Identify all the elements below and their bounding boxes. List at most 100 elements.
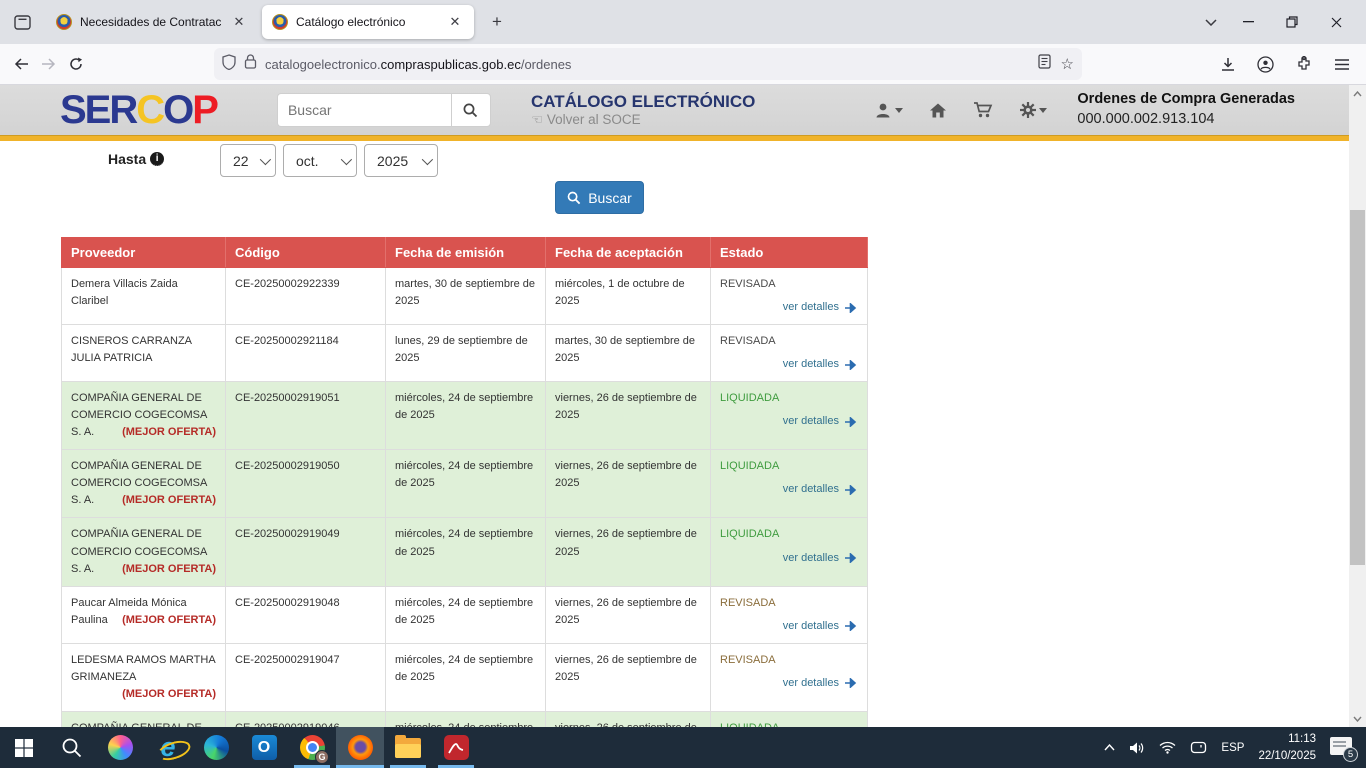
mejor-oferta-tag: (MEJOR OFERTA) <box>122 612 216 629</box>
shield-icon[interactable] <box>222 54 236 75</box>
tray-chevron-icon[interactable] <box>1104 744 1115 751</box>
tab-favicon-ecuador <box>56 14 72 30</box>
orders-generated-number: 000.000.002.913.104 <box>1077 110 1295 130</box>
codigo-cell: CE-20250002919049 <box>226 518 386 586</box>
taskbar-copilot-button[interactable] <box>96 727 144 768</box>
taskbar-acrobat-button[interactable] <box>432 727 480 768</box>
close-icon[interactable]: ✕ <box>230 13 248 31</box>
home-button[interactable] <box>929 102 947 119</box>
ver-detalles-link[interactable]: ver detalles <box>720 675 858 692</box>
back-icon[interactable] <box>8 49 35 79</box>
user-menu[interactable] <box>875 102 903 119</box>
forward-icon[interactable] <box>35 49 62 79</box>
proveedor-name: CISNEROS CARRANZA JULIA PATRICIA <box>71 335 191 364</box>
lock-icon[interactable] <box>244 54 257 74</box>
copilot-icon <box>108 735 133 760</box>
window-close-icon[interactable] <box>1314 5 1358 39</box>
taskbar-search-button[interactable] <box>48 727 96 768</box>
year-select[interactable]: 2025 <box>364 144 438 177</box>
taskbar-chrome-button[interactable]: G <box>288 727 336 768</box>
scroll-down-icon[interactable] <box>1349 710 1366 727</box>
fecha-aceptacion-cell: viernes, 26 de septiembre de 2025 <box>546 450 711 518</box>
restore-icon[interactable] <box>1270 5 1314 39</box>
new-tab-icon[interactable]: + <box>484 9 510 35</box>
start-button[interactable] <box>0 727 48 768</box>
downloads-icon[interactable] <box>1212 49 1244 79</box>
reload-icon[interactable] <box>63 49 90 79</box>
ver-detalles-link[interactable]: ver detalles <box>720 356 858 373</box>
ver-detalles-link[interactable]: ver detalles <box>720 481 858 498</box>
url-bar[interactable]: catalogoelectronico.compraspublicas.gob.… <box>214 48 1082 80</box>
extensions-icon[interactable] <box>1288 49 1320 79</box>
cart-button[interactable] <box>973 101 993 119</box>
mejor-oferta-tag: (MEJOR OFERTA) <box>122 686 216 703</box>
volver-al-soce-link[interactable]: ☜ Volver al SOCE <box>531 112 755 129</box>
ver-detalles-link[interactable]: ver detalles <box>720 550 858 567</box>
page-viewport: SERCOP CATÁLOGO ELECTRÓNICO ☜ Volver al … <box>0 85 1366 727</box>
reader-mode-icon[interactable] <box>1038 54 1051 74</box>
table-row: COMPAÑIA GENERAL DE COMERCIO COGECOMSA S… <box>62 382 868 450</box>
header-search-input[interactable] <box>277 93 451 127</box>
sercop-logo[interactable]: SERCOP <box>60 90 217 130</box>
minimize-icon[interactable] <box>1226 5 1270 39</box>
tab-title: Catálogo electrónico <box>296 15 438 29</box>
scroll-up-icon[interactable] <box>1349 85 1366 102</box>
taskbar-outlook-button[interactable]: O <box>240 727 288 768</box>
taskbar-explorer-button[interactable] <box>384 727 432 768</box>
menu-icon[interactable] <box>1326 49 1358 79</box>
firefox-view-icon[interactable] <box>8 8 36 36</box>
clock-time: 11:13 <box>1258 731 1316 748</box>
proveedor-cell: COMPAÑIA GENERAL DE COMERCIO COGECOMSA S… <box>62 711 226 727</box>
windows-taskbar: e O G ESP 11:13 22/10/2025 5 <box>0 727 1366 768</box>
tab-necesidades[interactable]: Necesidades de Contratación y ✕ <box>46 5 258 39</box>
notification-icon[interactable]: 5 <box>1330 737 1356 759</box>
proveedor-cell: Paucar Almeida Mónica Paulina (MEJOR OFE… <box>62 586 226 643</box>
home-icon <box>929 102 947 119</box>
fecha-emision-cell: martes, 30 de septiembre de 2025 <box>386 268 546 325</box>
device-icon[interactable] <box>1190 741 1207 754</box>
taskbar-clock[interactable]: 11:13 22/10/2025 <box>1258 731 1316 764</box>
mejor-oferta-tag: (MEJOR OFERTA) <box>122 424 216 441</box>
browser-tab-bar: Necesidades de Contratación y ✕ Catálogo… <box>0 0 1366 44</box>
ver-detalles-link[interactable]: ver detalles <box>720 618 858 635</box>
fecha-aceptacion-cell: martes, 30 de septiembre de 2025 <box>546 325 711 382</box>
proveedor-name: Demera Villacis Zaida Claribel <box>71 278 178 307</box>
buscar-button[interactable]: Buscar <box>555 181 644 214</box>
status-badge: REVISADA <box>720 333 858 350</box>
bookmark-star-icon[interactable]: ☆ <box>1061 55 1074 73</box>
tab-catalogo[interactable]: Catálogo electrónico ✕ <box>262 5 474 39</box>
codigo-cell: CE-20250002919048 <box>226 586 386 643</box>
tab-title: Necesidades de Contratación y <box>80 15 222 29</box>
fecha-aceptacion-cell: viernes, 26 de septiembre de 2025 <box>546 711 711 727</box>
scrollbar-thumb[interactable] <box>1350 210 1365 565</box>
info-icon[interactable]: i <box>150 152 164 166</box>
fecha-emision-cell: miércoles, 24 de septiembre de 2025 <box>386 643 546 711</box>
wifi-icon[interactable] <box>1159 741 1176 754</box>
tabs-list-chevron-icon[interactable] <box>1196 9 1226 35</box>
ver-detalles-link[interactable]: ver detalles <box>720 413 858 430</box>
header-search-button[interactable] <box>451 93 491 127</box>
page-scrollbar[interactable] <box>1349 85 1366 727</box>
table-row: CISNEROS CARRANZA JULIA PATRICIA CE-2025… <box>62 325 868 382</box>
estado-cell: LIQUIDADAver detalles <box>711 711 868 727</box>
arrow-right-icon <box>844 417 858 427</box>
taskbar-ie-button[interactable]: e <box>144 727 192 768</box>
taskbar-edge-button[interactable] <box>192 727 240 768</box>
close-icon[interactable]: ✕ <box>446 13 464 31</box>
month-select[interactable]: oct. <box>283 144 357 177</box>
ver-detalles-link[interactable]: ver detalles <box>720 299 858 316</box>
volume-icon[interactable] <box>1129 741 1145 755</box>
language-indicator[interactable]: ESP <box>1221 742 1244 754</box>
estado-cell: REVISADAver detalles <box>711 586 868 643</box>
fecha-aceptacion-cell: viernes, 26 de septiembre de 2025 <box>546 382 711 450</box>
outlook-icon: O <box>252 735 277 760</box>
fecha-aceptacion-cell: viernes, 26 de septiembre de 2025 <box>546 586 711 643</box>
settings-menu[interactable] <box>1019 101 1047 119</box>
account-icon[interactable] <box>1250 49 1282 79</box>
proveedor-cell: COMPAÑIA GENERAL DE COMERCIO COGECOMSA S… <box>62 450 226 518</box>
fecha-emision-cell: miércoles, 24 de septiembre de 2025 <box>386 518 546 586</box>
chrome-profile-badge: G <box>315 750 329 764</box>
taskbar-firefox-button[interactable] <box>336 727 384 768</box>
day-select[interactable]: 22 <box>220 144 276 177</box>
cart-icon <box>973 101 993 119</box>
